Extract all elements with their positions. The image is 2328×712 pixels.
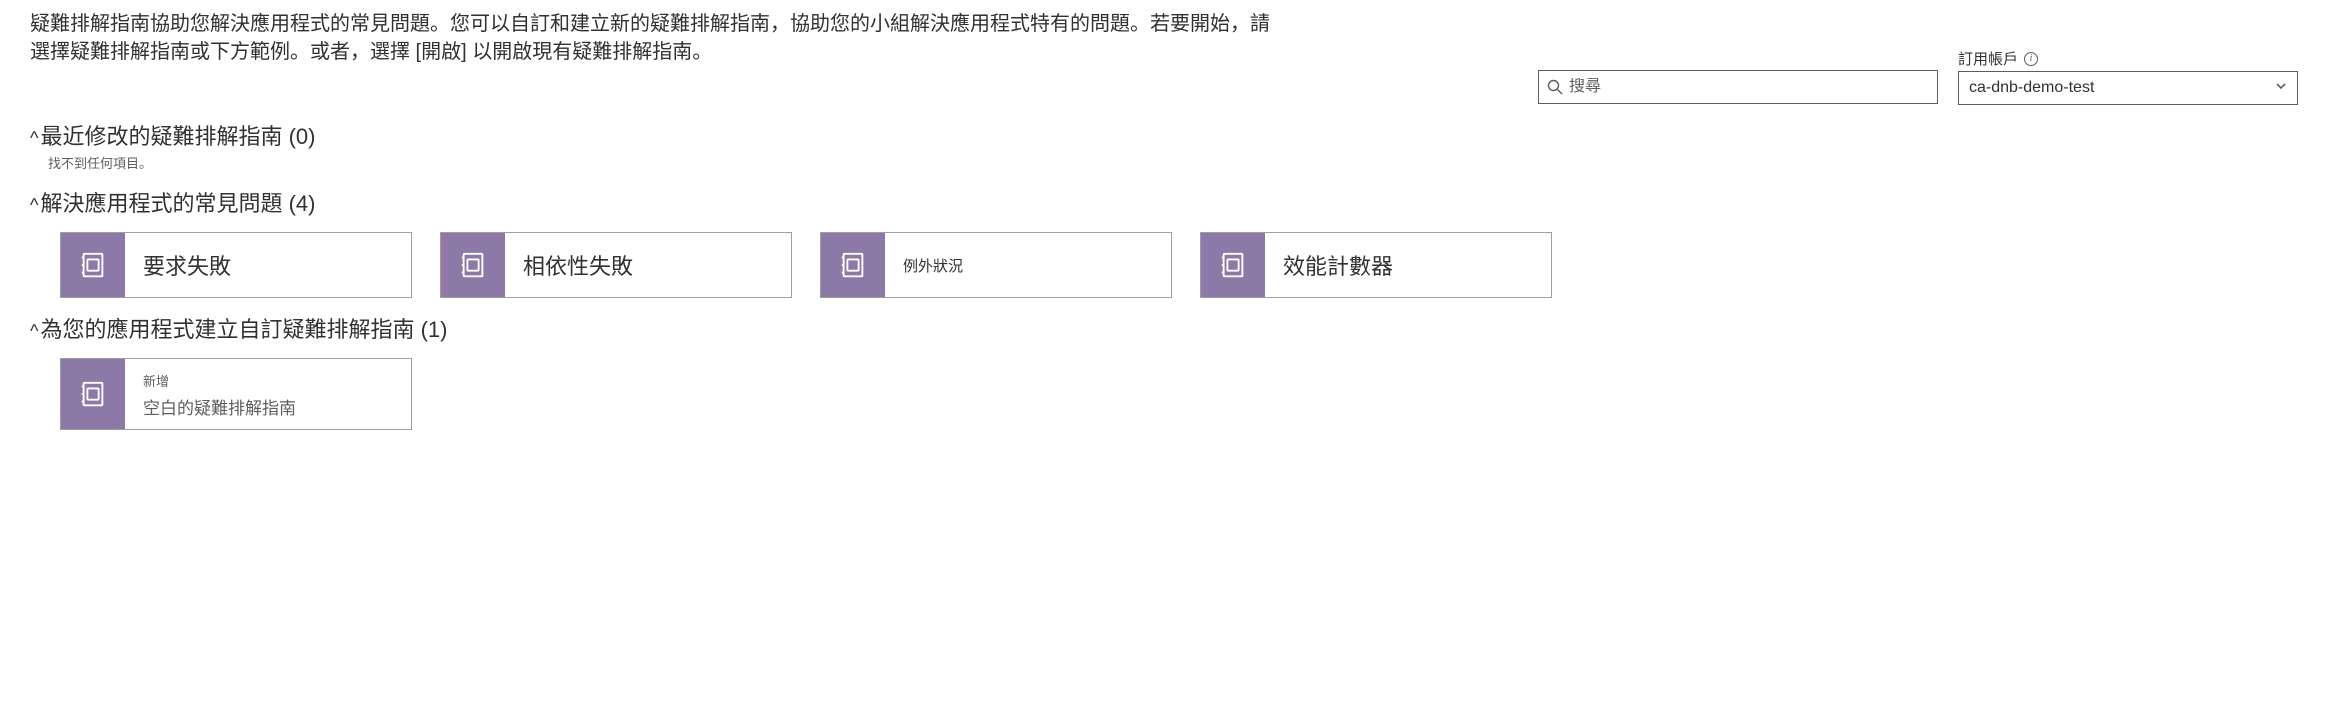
section-custom-header[interactable]: ^ 為您的應用程式建立自訂疑難排解指南 (1) xyxy=(30,312,2298,344)
chevron-down-icon xyxy=(2275,79,2287,97)
caret-icon: ^ xyxy=(30,321,38,342)
workbook-icon xyxy=(61,359,125,429)
card-new-blank[interactable]: 新增 空白的疑難排解指南 xyxy=(60,358,412,430)
toolbar: 訂用帳戶 i ca-dnb-demo-test xyxy=(30,70,2298,105)
card-title: 例外狀況 xyxy=(903,255,1153,276)
recent-empty-text: 找不到任何項目。 xyxy=(30,153,2298,172)
subscription-dropdown[interactable]: ca-dnb-demo-test xyxy=(1958,71,2298,105)
search-container xyxy=(1538,70,1938,105)
workbook-icon xyxy=(441,233,505,297)
section-common-title: 解決應用程式的常見問題 (4) xyxy=(40,186,315,218)
card-title: 相依性失敗 xyxy=(523,249,773,281)
card-title: 效能計數器 xyxy=(1283,249,1533,281)
section-common: ^ 解決應用程式的常見問題 (4) 要求失敗 xyxy=(30,186,2298,298)
caret-icon: ^ xyxy=(30,195,38,216)
section-recent: ^ 最近修改的疑難排解指南 (0) 找不到任何項目。 xyxy=(30,119,2298,172)
search-box[interactable] xyxy=(1538,70,1938,104)
workbook-icon xyxy=(1201,233,1265,297)
card-perf-counters[interactable]: 效能計數器 xyxy=(1200,232,1552,298)
workbook-icon xyxy=(61,233,125,297)
section-recent-header[interactable]: ^ 最近修改的疑難排解指南 (0) xyxy=(30,119,2298,151)
subscription-container: 訂用帳戶 i ca-dnb-demo-test xyxy=(1958,70,2298,105)
section-common-header[interactable]: ^ 解決應用程式的常見問題 (4) xyxy=(30,186,2298,218)
card-request-failures[interactable]: 要求失敗 xyxy=(60,232,412,298)
caret-icon: ^ xyxy=(30,128,38,149)
subscription-label: 訂用帳戶 xyxy=(1958,48,2018,69)
search-icon xyxy=(1547,79,1563,95)
workbook-icon xyxy=(821,233,885,297)
card-dependency-failures[interactable]: 相依性失敗 xyxy=(440,232,792,298)
common-cards-row: 要求失敗 相依性失敗 xyxy=(30,232,2298,298)
subscription-label-row: 訂用帳戶 i xyxy=(1958,48,2298,69)
card-subtitle: 空白的疑難排解指南 xyxy=(143,394,393,419)
card-exceptions[interactable]: 例外狀況 xyxy=(820,232,1172,298)
card-title: 新增 xyxy=(143,371,393,390)
page-description: 疑難排解指南協助您解決應用程式的常見問題。您可以自訂和建立新的疑難排解指南，協助… xyxy=(30,10,1280,66)
section-recent-title: 最近修改的疑難排解指南 (0) xyxy=(40,119,315,151)
section-custom-title: 為您的應用程式建立自訂疑難排解指南 (1) xyxy=(40,312,447,344)
info-icon[interactable]: i xyxy=(2024,52,2038,66)
custom-cards-row: 新增 空白的疑難排解指南 xyxy=(30,358,2298,430)
card-title: 要求失敗 xyxy=(143,249,393,281)
search-input[interactable] xyxy=(1563,78,1929,96)
section-custom: ^ 為您的應用程式建立自訂疑難排解指南 (1) 新增 空白的疑難排解指南 xyxy=(30,312,2298,430)
subscription-value: ca-dnb-demo-test xyxy=(1969,79,2094,97)
